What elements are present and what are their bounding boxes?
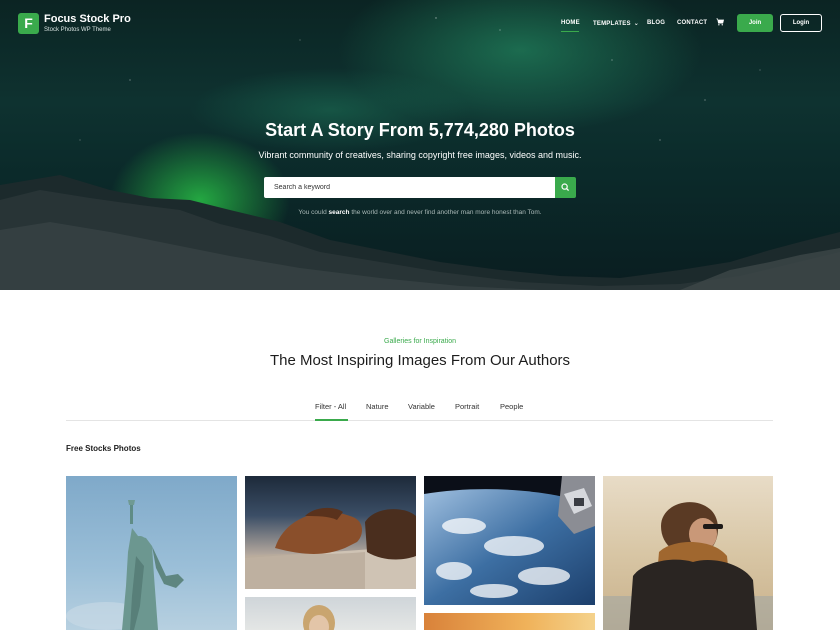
hero-title: Start A Story From 5,774,280 Photos xyxy=(265,120,575,140)
woman-portrait-image xyxy=(303,605,335,630)
section-eyebrow: Galleries for Inspiration xyxy=(384,338,456,345)
filter-divider xyxy=(66,420,773,421)
cart-icon[interactable] xyxy=(716,18,724,26)
photo-person-with-scarf[interactable] xyxy=(603,476,773,630)
search-button[interactable] xyxy=(555,177,576,198)
photo-earth-from-space[interactable] xyxy=(424,476,595,605)
filter-tab-people[interactable]: People xyxy=(500,402,523,411)
hero-banner: F Focus Stock Pro Stock Photos WP Theme … xyxy=(0,0,840,290)
filter-tab-variable[interactable]: Variable xyxy=(408,402,435,411)
hero-subtitle: Vibrant community of creatives, sharing … xyxy=(258,150,582,160)
nav-item-templates-label: TEMPLATES xyxy=(593,21,631,27)
hint-text-before: You could xyxy=(298,209,327,216)
photo-horses[interactable] xyxy=(245,476,416,589)
nav-item-templates[interactable]: TEMPLATES ⌄ xyxy=(593,20,639,27)
person-with-scarf-image xyxy=(603,502,773,630)
search-form xyxy=(264,177,576,198)
nav-active-indicator xyxy=(561,31,579,32)
nav-item-contact[interactable]: CONTACT xyxy=(677,20,707,26)
join-button[interactable]: Join xyxy=(737,14,773,32)
main-nav: HOME TEMPLATES ⌄ BLOG CONTACT xyxy=(0,20,840,30)
filter-tab-portrait[interactable]: Portrait xyxy=(455,402,479,411)
filter-tab-all[interactable]: Filter - All xyxy=(315,402,346,411)
hint-text-bold: search xyxy=(328,209,350,216)
filter-tab-nature[interactable]: Nature xyxy=(366,402,389,411)
horses-image xyxy=(245,507,416,589)
photo-woman-portrait[interactable] xyxy=(245,597,416,630)
nav-item-blog[interactable]: BLOG xyxy=(647,20,665,26)
hero-hint: You could search the world over and neve… xyxy=(0,209,840,216)
filter-active-indicator xyxy=(315,419,348,421)
chevron-down-icon: ⌄ xyxy=(633,21,639,27)
gallery-heading: Free Stocks Photos xyxy=(66,444,141,453)
nav-item-home[interactable]: HOME xyxy=(561,20,580,26)
search-icon xyxy=(561,183,570,192)
earth-from-space-image xyxy=(424,476,595,605)
hint-text-after: the world over and never find another ma… xyxy=(351,209,542,216)
photo-warm-gradient[interactable] xyxy=(424,613,595,630)
login-button[interactable]: Login xyxy=(780,14,822,32)
section-title: The Most Inspiring Images From Our Autho… xyxy=(269,352,571,369)
aurora-landscape-image xyxy=(0,17,840,290)
search-input[interactable] xyxy=(264,177,555,198)
photo-statue-of-liberty[interactable] xyxy=(66,476,237,630)
statue-of-liberty-image xyxy=(66,500,184,630)
